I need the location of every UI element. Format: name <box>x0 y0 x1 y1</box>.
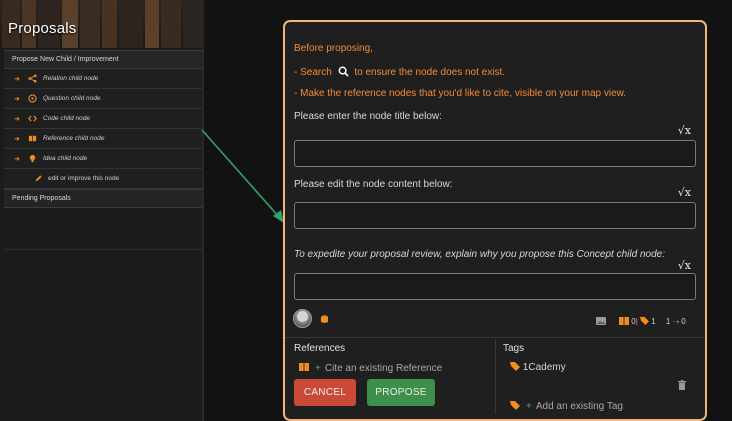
code-icon <box>28 115 37 122</box>
menu-item-label: Code child node <box>43 115 90 122</box>
menu-item-idea-child[interactable]: ➜ Idea child node <box>4 149 202 169</box>
divider <box>495 340 496 414</box>
menu-item-label: Question child node <box>43 95 101 102</box>
chevron-right-icon: ➜ <box>14 116 20 123</box>
tag-icon <box>510 362 520 371</box>
share-icon <box>28 74 37 83</box>
cite-reference-label: Cite an existing Reference <box>324 363 443 374</box>
menu-item-relation-child[interactable]: ➜ Relation child node <box>4 69 202 89</box>
chevron-right-icon: ➜ <box>14 76 20 83</box>
math-editor-icon[interactable]: √x <box>678 124 691 137</box>
trash-icon[interactable] <box>678 380 686 390</box>
avatar[interactable] <box>293 309 312 328</box>
section-propose-new[interactable]: Propose New Child / Improvement <box>4 50 202 69</box>
plus-icon: + <box>526 401 532 412</box>
menu-item-reference-child[interactable]: ➜ Reference child node <box>4 129 202 149</box>
cite-reference-button[interactable]: + Cite an existing Reference <box>299 362 442 374</box>
menu-item-label: Idea child node <box>43 155 88 162</box>
math-editor-icon[interactable]: √x <box>678 186 691 199</box>
add-tag-label: Add an existing Tag <box>535 401 623 412</box>
plus-icon: + <box>315 363 321 374</box>
proposals-sidebar: Proposals Propose New Child / Improvemen… <box>0 0 204 421</box>
chevron-right-icon: ➜ <box>14 96 20 103</box>
instructions-search: - Search to ensure the node does not exi… <box>294 66 505 78</box>
menu-item-code-child[interactable]: ➜ Code child node <box>4 109 202 129</box>
node-content-input[interactable] <box>294 202 696 229</box>
menu-item-label: edit or improve this node <box>48 175 120 182</box>
node-stats: 0| 1 1 ⤑ 0 <box>619 316 686 327</box>
links-count: 1 ⤑ 0 <box>665 317 686 326</box>
book-icon <box>299 363 309 371</box>
menu-item-edit-node[interactable]: edit or improve this node <box>4 169 202 189</box>
tag-label: 1Cademy <box>522 362 566 373</box>
cancel-button[interactable]: CANCEL <box>294 379 356 406</box>
book-icon <box>619 317 629 325</box>
menu-item-question-child[interactable]: ➜ Question child node <box>4 89 202 109</box>
tag-chip[interactable]: 1Cademy <box>510 361 566 373</box>
menu-item-label: Relation child node <box>43 75 99 82</box>
reason-field-label: To expedite your proposal review, explai… <box>294 249 665 260</box>
panel-title: Proposals <box>8 20 77 37</box>
chevron-right-icon: ➜ <box>14 156 20 163</box>
tags-heading: Tags <box>503 343 525 354</box>
chevron-right-icon: ➜ <box>14 136 20 143</box>
tag-icon <box>510 401 520 410</box>
book-icon <box>28 135 37 142</box>
library-banner-image: Proposals <box>0 0 204 48</box>
references-heading: References <box>294 343 346 354</box>
image-icon[interactable] <box>596 317 606 325</box>
add-tag-button[interactable]: + Add an existing Tag <box>510 400 623 412</box>
pencil-icon <box>35 175 42 182</box>
instructions-references: - Make the reference nodes that you'd li… <box>294 88 627 99</box>
divider <box>285 337 705 338</box>
search-icon <box>338 66 349 77</box>
menu-item-label: Reference child node <box>43 135 105 142</box>
tag-icon <box>640 316 649 325</box>
node-title-input[interactable] <box>294 140 696 167</box>
proposal-card: Before proposing, - Search to ensure the… <box>283 20 707 421</box>
instructions-search-prefix: - Search <box>294 67 332 78</box>
section-pending-proposals[interactable]: Pending Proposals <box>4 189 202 208</box>
pointer-arrow-annotation <box>201 129 284 223</box>
question-icon <box>28 94 37 103</box>
content-field-label: Please edit the node content below: <box>294 179 453 190</box>
math-editor-icon[interactable]: √x <box>678 259 691 272</box>
title-field-label: Please enter the node title below: <box>294 111 442 122</box>
tags-count: 1 <box>651 317 656 326</box>
instructions-search-suffix: to ensure the node does not exist. <box>354 67 506 78</box>
book-icon <box>320 315 329 323</box>
propose-button[interactable]: PROPOSE <box>367 379 435 406</box>
lightbulb-icon <box>29 154 36 163</box>
proposal-menu: Propose New Child / Improvement ➜ Relati… <box>4 50 202 250</box>
proposal-reason-input[interactable] <box>294 273 696 300</box>
instructions-before: Before proposing, <box>294 43 373 54</box>
menu-empty-area <box>4 208 202 250</box>
